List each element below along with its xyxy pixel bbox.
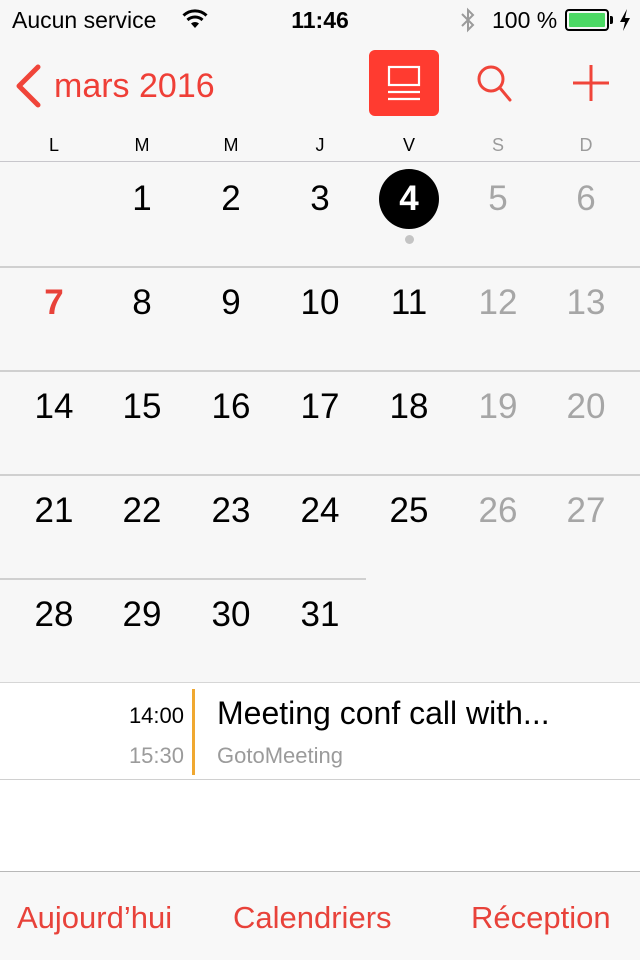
weekday-label: S xyxy=(491,135,504,155)
week-row-separator xyxy=(0,474,640,476)
weekday-header: LMMJVSD xyxy=(0,128,640,162)
day-cell-29[interactable]: 29 xyxy=(102,585,182,645)
today-button[interactable]: Aujourd’hui xyxy=(17,900,172,936)
event-start-time: 14:00 xyxy=(128,703,184,728)
day-cell-30[interactable]: 30 xyxy=(191,585,271,645)
day-cell-23[interactable]: 23 xyxy=(191,481,271,541)
day-cell-1[interactable]: 1 xyxy=(102,169,182,229)
list-view-icon xyxy=(387,65,421,101)
inbox-button[interactable]: Réception xyxy=(471,900,611,936)
week-row-separator xyxy=(0,266,640,268)
day-cell-14[interactable]: 14 xyxy=(14,377,94,437)
event-indicator-dot xyxy=(404,235,414,244)
day-cell-12[interactable]: 12 xyxy=(458,273,538,333)
event-list: 14:00 15:30 Meeting conf call with... Go… xyxy=(0,682,640,872)
week-row-separator xyxy=(0,578,367,580)
day-cell-7[interactable]: 7 xyxy=(14,273,94,333)
day-cell-17[interactable]: 17 xyxy=(280,377,360,437)
event-location: GotoMeeting xyxy=(217,743,343,768)
day-cell-5[interactable]: 5 xyxy=(458,169,538,229)
day-cell-20[interactable]: 20 xyxy=(546,377,626,437)
day-cell-11[interactable]: 11 xyxy=(369,273,449,333)
day-cell-10[interactable]: 10 xyxy=(280,273,360,333)
add-event-icon[interactable] xyxy=(566,58,616,108)
day-cell-19[interactable]: 19 xyxy=(458,377,538,437)
day-cell-8[interactable]: 8 xyxy=(102,273,182,333)
event-title: Meeting conf call with... xyxy=(217,695,550,731)
weekday-label: L xyxy=(48,135,59,155)
navigation-bar: mars 2016 xyxy=(0,40,640,130)
carrier-label: Aucun service xyxy=(12,7,157,33)
day-cell-16[interactable]: 16 xyxy=(191,377,271,437)
day-cell-26[interactable]: 26 xyxy=(458,481,538,541)
list-view-toggle[interactable] xyxy=(369,50,439,116)
day-cell-24[interactable]: 24 xyxy=(280,481,360,541)
weekday-label: M xyxy=(134,135,150,155)
month-grid: 1 2 3 4 5 6 7 8 9 10 11 12 13 14 15 16 17 18 19 20 21 22 23 24 2… xyxy=(0,162,640,682)
battery-icon xyxy=(565,9,609,31)
day-cell-18[interactable]: 18 xyxy=(369,377,449,437)
weekday-label: M xyxy=(223,135,239,155)
event-end-time: 15:30 xyxy=(128,743,184,768)
month-title: mars 2016 xyxy=(54,66,215,105)
status-bar: Aucun service 11:46 100 % xyxy=(0,0,640,40)
day-cell-21[interactable]: 21 xyxy=(14,481,94,541)
search-icon[interactable] xyxy=(470,58,520,108)
battery-tip xyxy=(610,16,613,24)
day-cell-27[interactable]: 27 xyxy=(546,481,626,541)
chevron-left-icon xyxy=(16,64,41,108)
day-cell-3[interactable]: 3 xyxy=(280,169,360,229)
day-cell-31[interactable]: 31 xyxy=(280,585,360,645)
back-to-year-button[interactable]: mars 2016 xyxy=(14,64,215,108)
day-cell-15[interactable]: 15 xyxy=(102,377,182,437)
day-cell-22[interactable]: 22 xyxy=(102,481,182,541)
weekday-label: D xyxy=(579,135,593,155)
weekday-label: J xyxy=(315,135,325,155)
tab-bar: Aujourd’hui Calendriers Réception xyxy=(0,871,640,960)
wifi-icon xyxy=(182,9,208,28)
day-cell-6[interactable]: 6 xyxy=(546,169,626,229)
day-cell-25[interactable]: 25 xyxy=(369,481,449,541)
day-cell-28[interactable]: 28 xyxy=(14,585,94,645)
day-cell-4[interactable]: 4 xyxy=(369,169,449,229)
event-color-bar xyxy=(192,689,195,775)
today-marker: 4 xyxy=(379,169,439,229)
weekday-label: V xyxy=(402,135,415,155)
battery-fill xyxy=(569,13,605,27)
week-row-separator xyxy=(0,370,640,372)
day-cell-2[interactable]: 2 xyxy=(191,169,271,229)
bluetooth-icon xyxy=(461,7,475,33)
battery-percent: 100 % xyxy=(492,7,558,33)
day-cell-9[interactable]: 9 xyxy=(191,273,271,333)
day-cell-13[interactable]: 13 xyxy=(546,273,626,333)
calendars-button[interactable]: Calendriers xyxy=(233,900,392,936)
charging-bolt-icon xyxy=(620,9,630,31)
event-item[interactable]: 14:00 15:30 Meeting conf call with... Go… xyxy=(0,683,640,780)
